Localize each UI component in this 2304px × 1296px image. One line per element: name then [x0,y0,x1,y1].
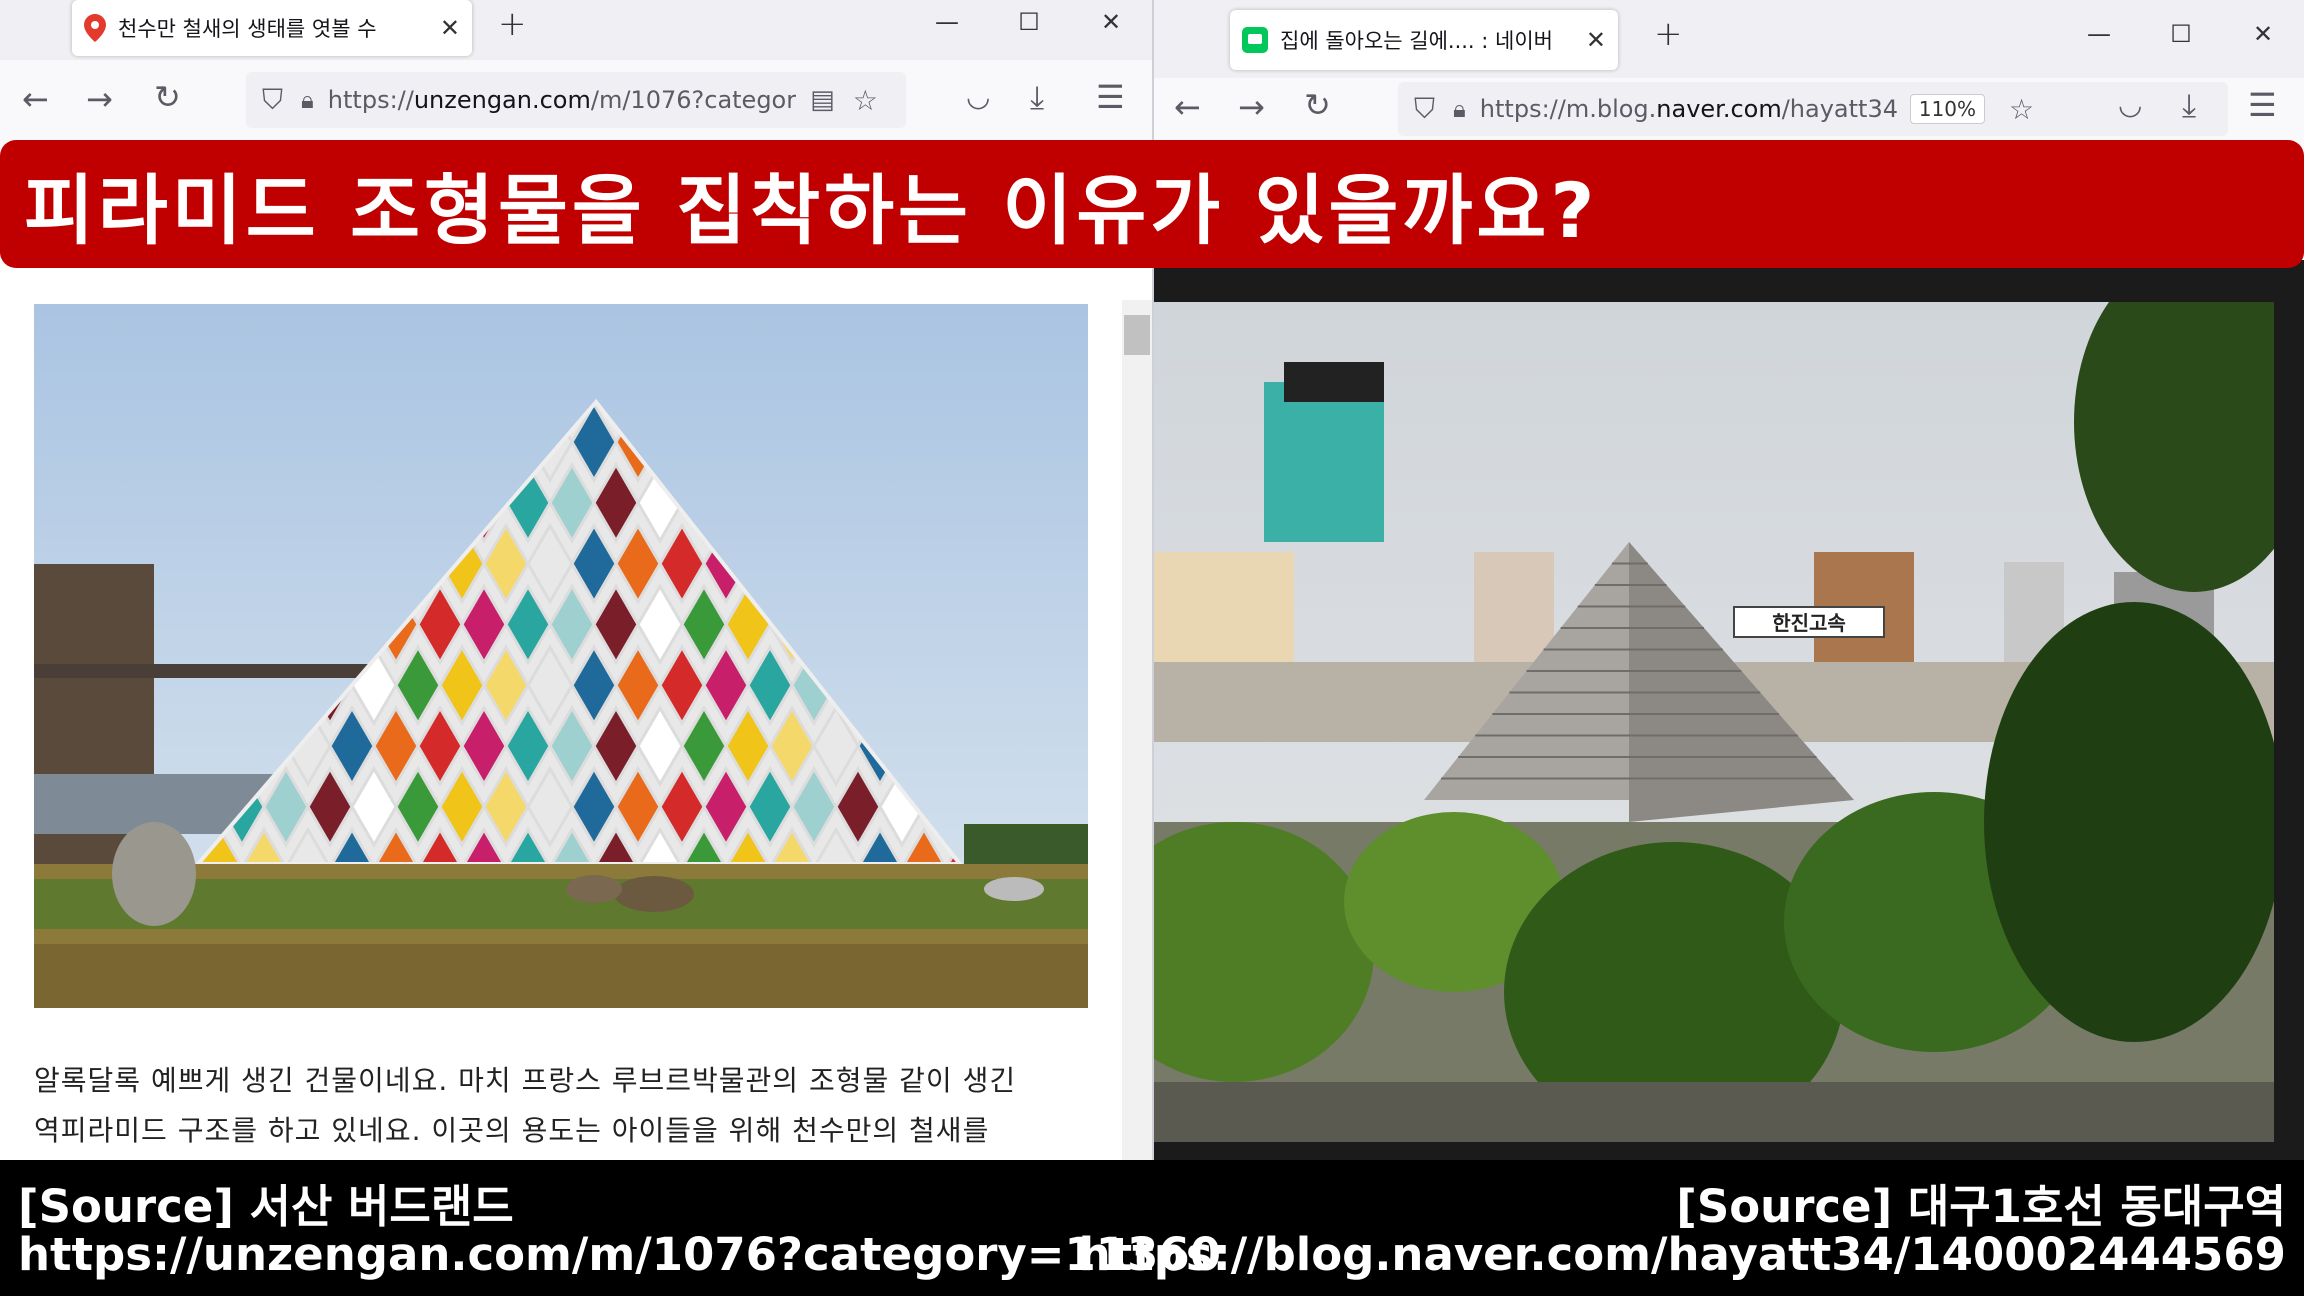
tab-title: 집에 돌아오는 길에.... : 네이버 [1280,29,1553,53]
back-icon[interactable]: ← [1174,88,1201,126]
star-icon[interactable]: ☆ [2009,93,2034,126]
dongdaegu-photo: 한진고속 [1154,302,2274,1142]
forward-icon[interactable]: → [1238,88,1265,126]
nav-bar: ← → ↻ ⛉ 🔒︎ https://m.blog.naver.com/haya… [1154,78,2304,140]
title-banner: 피라미드 조형물을 집착하는 이유가 있을까요? [0,140,2304,268]
pocket-icon[interactable]: ◡ [966,80,990,113]
right-source-label: [Source] 대구1호선 동대구역 [1676,1180,2286,1233]
back-icon[interactable]: ← [22,80,49,118]
close-tab-icon[interactable]: ✕ [1586,26,1606,54]
sign-text: 한진고속 [1772,611,1846,635]
close-tab-icon[interactable]: ✕ [440,14,460,42]
menu-icon[interactable]: ☰ [1096,78,1125,116]
lock-icon[interactable]: 🔒︎ [301,86,314,114]
minimize-button[interactable]: — [2058,20,2140,48]
pocket-icon[interactable]: ◡ [2118,88,2142,121]
shield-icon[interactable]: ⛉ [1414,92,1435,126]
new-tab-button[interactable]: + [1654,14,1683,54]
banner-title: 피라미드 조형물을 집착하는 이유가 있을까요? [24,166,1599,255]
page-content: 알록달록 예쁘게 생긴 건물이네요. 마치 프랑스 루브르박물관의 조형물 같이… [0,260,1152,1160]
article-line: 알록달록 예쁘게 생긴 건물이네요. 마치 프랑스 루브르박물관의 조형물 같이… [34,1064,1017,1097]
maximize-button[interactable]: ☐ [988,8,1070,36]
nav-bar: ← → ↻ ⛉ 🔒︎ https://unzengan.com/m/1076?c… [0,60,1152,140]
menu-icon[interactable]: ☰ [2248,86,2277,124]
article-text: 알록달록 예쁘게 생긴 건물이네요. 마치 프랑스 루브르박물관의 조형물 같이… [34,1056,1094,1156]
naver-blog-icon [1242,27,1268,53]
active-tab[interactable]: 집에 돌아오는 길에.... : 네이버 ✕ [1230,10,1618,70]
url-bar[interactable]: ⛉ 🔒︎ https://m.blog.naver.com/hayatt34 1… [1398,82,2228,136]
source-footer: [Source] 서산 버드랜드 https://unzengan.com/m/… [0,1160,2304,1296]
url-bar[interactable]: ⛉ 🔒︎ https://unzengan.com/m/1076?categor… [246,72,906,128]
window-controls: — ☐ ✕ [906,8,1152,36]
reader-icon[interactable]: ▤ [810,85,835,115]
url-text[interactable]: https://m.blog.naver.com/hayatt34 [1480,95,1900,123]
tab-bar: 천수만 철새의 생태를 엿볼 수 ✕ + — ☐ ✕ [0,0,1152,60]
maximize-button[interactable]: ☐ [2140,20,2222,48]
right-source-url[interactable]: https://blog.naver.com/hayatt34/14000244… [1079,1228,2286,1281]
zoom-indicator[interactable]: 110% [1909,94,1985,124]
forward-icon[interactable]: → [86,80,113,118]
minimize-button[interactable]: — [906,8,988,36]
lock-icon[interactable]: 🔒︎ [1453,95,1466,123]
tab-bar: 집에 돌아오는 길에.... : 네이버 ✕ + — ☐ ✕ [1154,0,2304,78]
download-icon[interactable]: ⤓ [1030,78,1044,117]
download-icon[interactable]: ⤓ [2182,86,2196,125]
close-window-button[interactable]: ✕ [2222,20,2304,48]
scrollbar[interactable] [1122,300,1152,1160]
close-window-button[interactable]: ✕ [1070,8,1152,36]
left-source-url[interactable]: https://unzengan.com/m/1076?category=113… [18,1228,1221,1281]
pyramid-photo [34,304,1088,1008]
new-tab-button[interactable]: + [498,4,527,44]
tab-title: 천수만 철새의 생태를 엿볼 수 [118,17,377,41]
map-pin-icon [84,14,106,42]
shield-icon[interactable]: ⛉ [262,83,283,117]
left-source-label: [Source] 서산 버드랜드 [18,1180,514,1233]
window-controls: — ☐ ✕ [2058,20,2304,48]
article-line: 역피라미드 구조를 하고 있네요. 이곳의 용도는 아이들을 위해 천수만의 철… [34,1114,990,1147]
page-content: 한진고속 [1154,260,2304,1160]
star-icon[interactable]: ☆ [853,84,878,117]
scrollbar-thumb[interactable] [1124,315,1150,355]
reload-icon[interactable]: ↻ [1304,86,1331,124]
reload-icon[interactable]: ↻ [154,78,181,116]
active-tab[interactable]: 천수만 철새의 생태를 엿볼 수 ✕ [72,0,472,56]
url-text[interactable]: https://unzengan.com/m/1076?categor [328,86,796,114]
